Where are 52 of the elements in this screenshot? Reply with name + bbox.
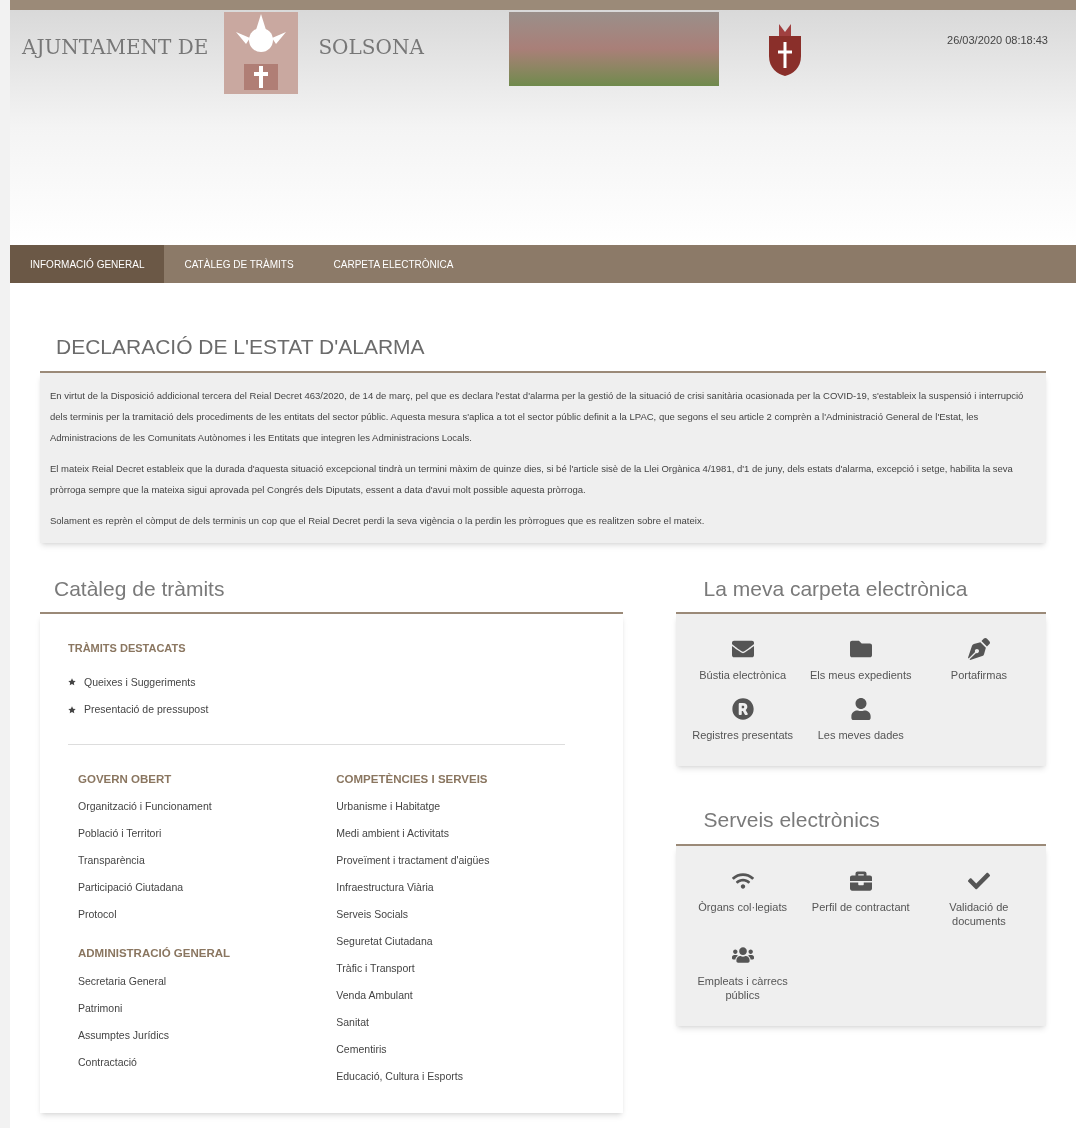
brand-text: AJUNTAMENT DE: [22, 34, 209, 61]
brand-text: SOLSONA: [318, 34, 424, 61]
service-link[interactable]: Empleats i càrrecs públics: [683, 943, 802, 1002]
catalog-link[interactable]: Tràfic i Transport: [336, 962, 595, 976]
nav-tab[interactable]: INFORMACIÓ GENERAL: [10, 245, 165, 283]
service-link[interactable]: Les meves dades: [801, 698, 920, 742]
catalog-link[interactable]: Participació Ciutadana: [78, 881, 337, 895]
service-link[interactable]: Els meus expedients: [801, 638, 920, 682]
catalog-link[interactable]: Venda Ambulant: [336, 989, 595, 1003]
service-link[interactable]: Registres presentats: [683, 698, 802, 742]
star-icon: [68, 706, 76, 715]
catalog-link[interactable]: Medi ambient i Activitats: [336, 827, 595, 841]
catalog-link[interactable]: Seguretat Ciutadana: [336, 935, 595, 949]
catalog-link[interactable]: Educació, Cultura i Esports: [336, 1070, 595, 1084]
catalog-link[interactable]: Organització i Funcionament: [78, 800, 337, 814]
service-link[interactable]: Òrgans col·legiats: [683, 869, 802, 928]
nav-tab[interactable]: CATÀLEG DE TRÀMITS: [164, 245, 314, 283]
catalog-link[interactable]: Patrimoni: [78, 1001, 337, 1015]
catalog-link[interactable]: Protocol: [78, 908, 337, 922]
envelope-icon: [731, 638, 754, 660]
catalog-link[interactable]: Proveïment i tractament d'aigües: [336, 854, 595, 868]
category-heading: ADMINISTRACIÓ GENERAL: [78, 946, 232, 962]
service-link[interactable]: Validació de documents: [919, 869, 1038, 928]
catalog-link[interactable]: Cementiris: [336, 1043, 595, 1057]
catalog-link[interactable]: Infraestructura Viària: [336, 881, 595, 895]
catalog-link[interactable]: Transparència: [78, 854, 337, 868]
pen-nib-icon: [967, 638, 990, 660]
folder-icon: [849, 638, 872, 660]
category-heading: COMPETÈNCIES I SERVEIS: [336, 772, 489, 787]
notice-paragraph: En virtut de la Disposició addicional tercera del Reial Decret 463/2020, de 14 de març, pel que es declara l'estat d'alarma per la gestió de la situació de crisi sanitària ocasionada per la COVID-19, s'estableix la suspensió i interrupció dels terminis per la tramitació dels procediments de les entitats del sector públic. Aquesta mesura s'aplica a tot el sector públic definit a la LPAC, que segons el seu article 2 comprèn a l'Administració General de l'Estat, les Administracions de les Comunitats Autònomes i les Entitats que integren les Administracions Locals.: [50, 388, 1025, 445]
featured-link[interactable]: Queixes i Suggeriments: [84, 674, 196, 691]
date-time: 26/03/2020 08:18:43: [947, 33, 1048, 48]
service-link[interactable]: Portafirmas: [919, 638, 1038, 682]
catalog-link[interactable]: Població i Territori: [78, 827, 337, 841]
featured-heading: TRÀMITS DESTACATS: [68, 641, 187, 656]
catalog-link[interactable]: Contractació: [78, 1055, 337, 1069]
service-link[interactable]: Bústia electrònica: [683, 638, 802, 682]
catalog-link[interactable]: Secretaria General: [78, 974, 337, 988]
service-link[interactable]: Perfil de contractant: [801, 869, 920, 928]
user-icon: [849, 698, 872, 720]
nav-tab[interactable]: CARPETA ELECTRÒNICA: [313, 245, 474, 283]
registered-icon: [731, 698, 754, 720]
notice-paragraph: El mateix Reial Decret estableix que la durada d'aquesta situació excepcional tindrà un termini màxim de quinze dies, si bé l'article sisè de la Llei Orgànica 4/1981, d'1 de juny, dels estats d'alarma, excepció i setge, habilita la seva pròrroga sempre que la mateixa sigui aprovada pel Congrés dels Diputats, essent a data d'avui molt possible aquesta pròrroga.: [50, 461, 1014, 497]
catalog-link[interactable]: Urbanisme i Habitatge: [336, 800, 595, 814]
notice-paragraph: Solament es reprèn el còmput de dels terminis un cop que el Reial Decret perdi la seva vigència o la perdin les pròrrogues que es realitzen sobre el mateix.: [50, 513, 706, 528]
category-heading: GOVERN OBERT: [78, 772, 173, 787]
featured-link[interactable]: Presentació de pressupost: [84, 702, 209, 718]
star-icon: [68, 678, 76, 687]
briefcase-icon: [849, 869, 872, 892]
catalog-link[interactable]: Sanitat: [336, 1016, 595, 1030]
catalog-link[interactable]: Assumptes Jurídics: [78, 1028, 337, 1042]
catalog-link[interactable]: Serveis Socials: [336, 908, 595, 922]
